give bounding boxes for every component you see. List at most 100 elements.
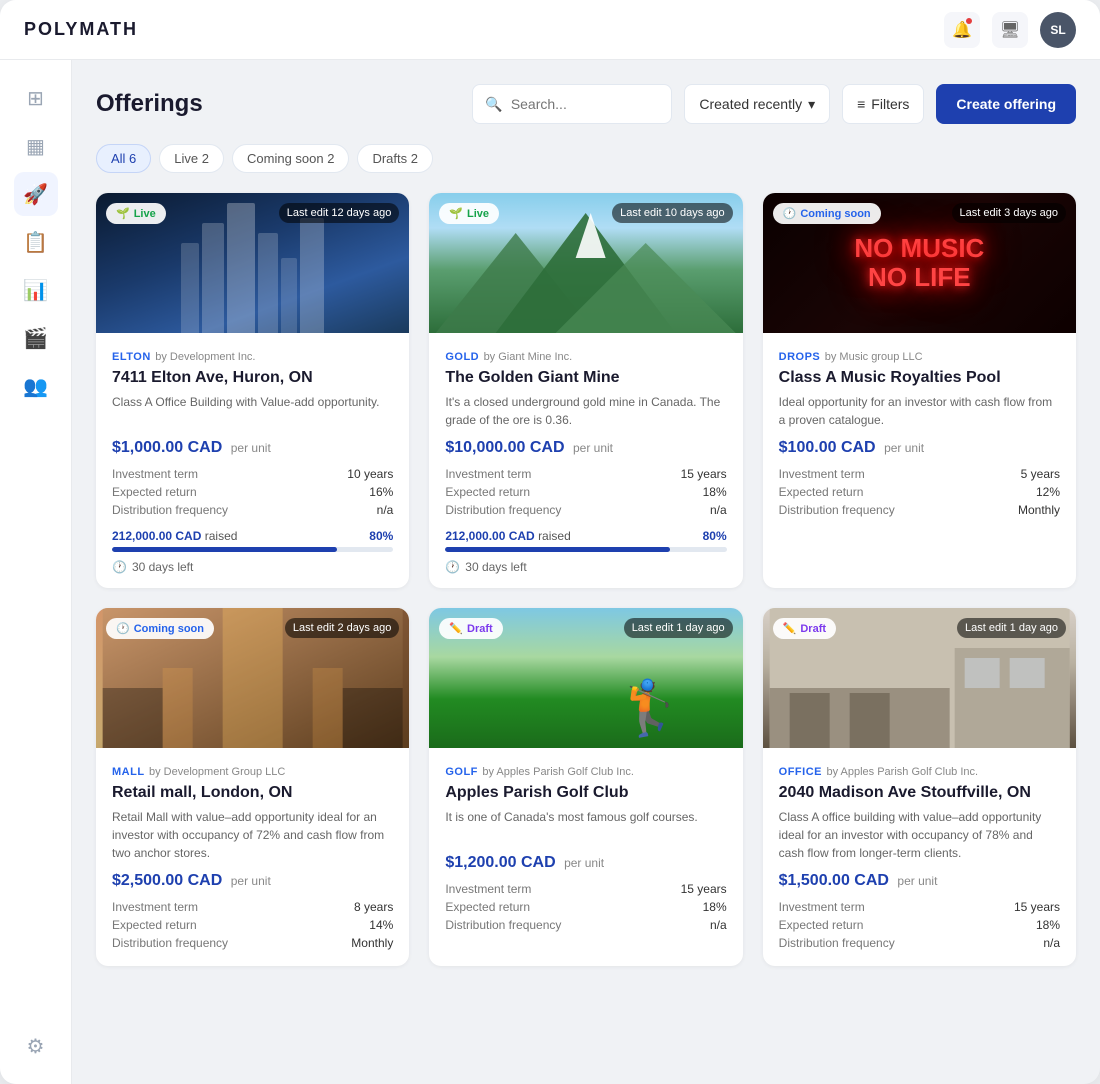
offering-tag: MALL [112, 766, 145, 778]
filter-label: Filters [871, 96, 909, 112]
card-tag-line: MALL by Development Group LLC [112, 762, 393, 780]
detail-distribution-frequency: Distribution frequency n/a [445, 501, 726, 519]
detail-investment-term: Investment term 15 years [445, 880, 726, 898]
sidebar-item-list[interactable]: 📋 [14, 220, 58, 264]
cards-grid: 🌱 Live Last edit 12 days ago ELTON by De… [96, 193, 1076, 966]
sidebar-item-chart[interactable]: 📊 [14, 268, 58, 312]
offering-title: 2040 Madison Ave Stouffville, ON [779, 784, 1060, 802]
card-body: ELTON by Development Inc. 7411 Elton Ave… [96, 333, 409, 588]
offering-card-mall[interactable]: 🕐 Coming soon Last edit 2 days ago MALL … [96, 608, 409, 966]
filter-icon: ≡ [857, 96, 865, 112]
rocket-icon: 🚀 [23, 182, 48, 207]
search-input[interactable] [511, 96, 660, 112]
status-icon: 🕐 [783, 207, 797, 220]
status-badge: 🕐 Coming soon [106, 618, 214, 639]
offering-title: Apples Parish Golf Club [445, 784, 726, 802]
display-button[interactable]: 🖥 [992, 12, 1028, 48]
sidebar-item-table[interactable]: ▦ [14, 124, 58, 168]
card-raised: 212,000.00 CAD raised 80% [112, 529, 393, 552]
offering-card-elton[interactable]: 🌱 Live Last edit 12 days ago ELTON by De… [96, 193, 409, 588]
create-offering-button[interactable]: Create offering [936, 84, 1076, 124]
last-edit-label: Last edit 10 days ago [612, 203, 733, 223]
card-tag-line: OFFICE by Apples Parish Golf Club Inc. [779, 762, 1060, 780]
offering-details: Investment term 5 years Expected return … [779, 465, 1060, 519]
status-badge: 🌱 Live [106, 203, 166, 224]
price-amount: $10,000.00 CAD [445, 439, 564, 456]
card-image: 🌱 Live Last edit 12 days ago [96, 193, 409, 333]
detail-expected-return: Expected return 16% [112, 483, 393, 501]
offering-details: Investment term 10 years Expected return… [112, 465, 393, 519]
content-area: Offerings 🔍 Created recently ▾ ≡ Filters… [72, 60, 1100, 1084]
last-edit-label: Last edit 12 days ago [279, 203, 400, 223]
detail-expected-return: Expected return 18% [779, 916, 1060, 934]
price-unit: per unit [897, 874, 937, 888]
offering-card-golf[interactable]: 🏌️ ✏️ Draft Last edit 1 day ago GOLF by … [429, 608, 742, 966]
last-edit-label: Last edit 2 days ago [285, 618, 399, 638]
offering-title: The Golden Giant Mine [445, 369, 726, 387]
tab-live[interactable]: Live 2 [159, 144, 224, 173]
card-body: GOLF by Apples Parish Golf Club Inc. App… [429, 748, 742, 948]
raised-pct: 80% [703, 529, 727, 543]
sidebar-item-rocket[interactable]: 🚀 [14, 172, 58, 216]
card-raised: 212,000.00 CAD raised 80% [445, 529, 726, 552]
status-label: Coming soon [800, 208, 870, 220]
status-label: Live [134, 208, 156, 220]
days-left: 🕐 30 days left [445, 560, 726, 574]
offering-price: $2,500.00 CAD per unit [112, 872, 393, 890]
status-badge: ✏️ Draft [773, 618, 836, 639]
offering-details: Investment term 15 years Expected return… [445, 880, 726, 934]
offering-card-gold[interactable]: 🌱 Live Last edit 10 days ago GOLD by Gia… [429, 193, 742, 588]
price-unit: per unit [231, 874, 271, 888]
list-icon: 📋 [23, 230, 48, 255]
offering-provider: by Development Group LLC [149, 766, 285, 778]
settings-icon: ⚙ [27, 1034, 45, 1059]
display-icon: 🖥 [1000, 20, 1020, 40]
last-edit-label: Last edit 3 days ago [952, 203, 1066, 223]
tab-drafts[interactable]: Drafts 2 [357, 144, 433, 173]
detail-investment-term: Investment term 10 years [112, 465, 393, 483]
last-edit-label: Last edit 1 day ago [624, 618, 733, 638]
offering-details: Investment term 8 years Expected return … [112, 898, 393, 952]
header: POLYMATH 🔔 🖥 SL [0, 0, 1100, 60]
days-left: 🕐 30 days left [112, 560, 393, 574]
raised-pct: 80% [369, 529, 393, 543]
raised-amount: 212,000.00 CAD raised [112, 529, 237, 543]
offering-details: Investment term 15 years Expected return… [445, 465, 726, 519]
sort-button[interactable]: Created recently ▾ [684, 84, 830, 124]
offering-provider: by Music group LLC [825, 351, 923, 363]
sidebar-item-users[interactable]: 👥 [14, 364, 58, 408]
sidebar-item-settings[interactable]: ⚙ [14, 1024, 58, 1068]
offering-card-drops[interactable]: NO MUSIC NO LIFE 🕐 Coming soon Last edit… [763, 193, 1076, 588]
offering-provider: by Development Inc. [155, 351, 255, 363]
progress-bar [112, 547, 393, 552]
detail-expected-return: Expected return 12% [779, 483, 1060, 501]
chevron-down-icon: ▾ [808, 96, 815, 113]
content-header: Offerings 🔍 Created recently ▾ ≡ Filters… [96, 84, 1076, 124]
table-icon: ▦ [26, 134, 45, 159]
card-image: 🕐 Coming soon Last edit 2 days ago [96, 608, 409, 748]
status-icon: 🌱 [116, 207, 130, 220]
detail-distribution-frequency: Distribution frequency n/a [112, 501, 393, 519]
notifications-button[interactable]: 🔔 [944, 12, 980, 48]
detail-distribution-frequency: Distribution frequency n/a [445, 916, 726, 934]
tab-all[interactable]: All 6 [96, 144, 151, 173]
card-body: MALL by Development Group LLC Retail mal… [96, 748, 409, 966]
logo: POLYMATH [24, 19, 928, 40]
avatar[interactable]: SL [1040, 12, 1076, 48]
offering-description: Retail Mall with value–add opportunity i… [112, 808, 393, 862]
status-icon: ✏️ [449, 622, 463, 635]
offering-card-office[interactable]: ✏️ Draft Last edit 1 day ago OFFICE by A… [763, 608, 1076, 966]
price-amount: $1,000.00 CAD [112, 439, 222, 456]
search-box[interactable]: 🔍 [472, 84, 672, 124]
sidebar-item-media[interactable]: 🎬 [14, 316, 58, 360]
offering-description: Class A Office Building with Value-add o… [112, 393, 393, 429]
progress-fill [112, 547, 337, 552]
tab-coming-soon[interactable]: Coming soon 2 [232, 144, 349, 173]
filter-button[interactable]: ≡ Filters [842, 84, 924, 124]
offering-provider: by Giant Mine Inc. [484, 351, 573, 363]
detail-expected-return: Expected return 14% [112, 916, 393, 934]
header-icons: 🔔 🖥 SL [944, 12, 1076, 48]
status-badge: 🕐 Coming soon [773, 203, 881, 224]
sidebar-item-grid[interactable]: ⊞ [14, 76, 58, 120]
offering-tag: ELTON [112, 351, 151, 363]
